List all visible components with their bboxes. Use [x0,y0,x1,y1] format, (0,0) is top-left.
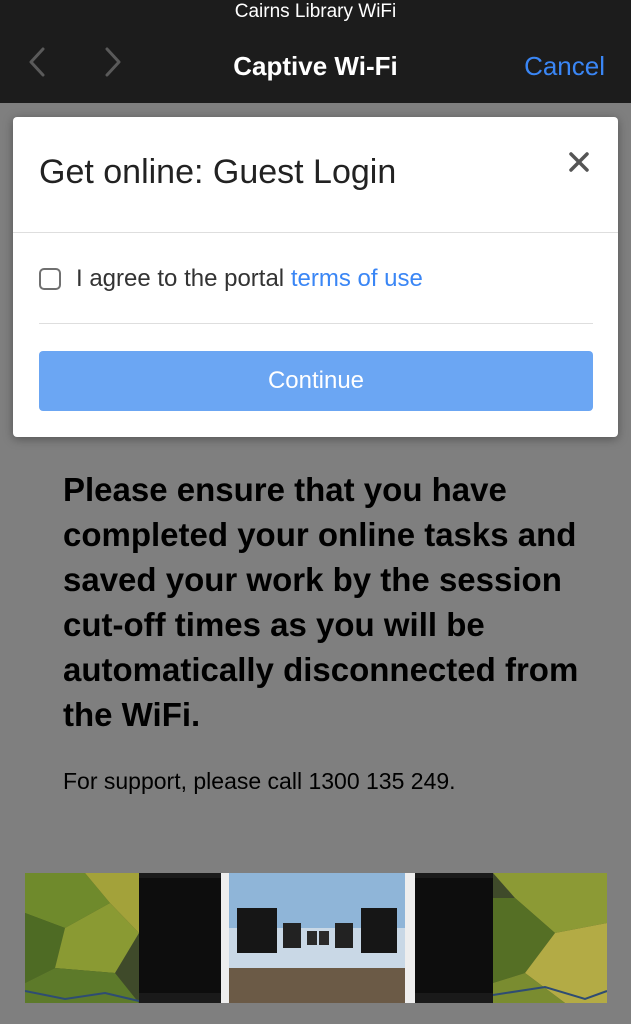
cancel-button[interactable]: Cancel [524,48,605,84]
dialog-header: Get online: Guest Login [13,117,618,233]
session-notice: Please ensure that you have completed yo… [63,471,579,733]
agree-label: I agree to the portal terms of use [76,265,423,293]
divider [39,323,593,324]
agree-checkbox[interactable] [39,268,61,290]
network-name: Cairns Library WiFi [234,1,397,22]
dialog-title: Get online: Guest Login [39,153,397,191]
support-text: For support, please call 1300 135 249. [63,768,456,794]
terms-agreement: I agree to the portal terms of use [39,261,423,297]
continue-button[interactable]: Continue [39,351,593,411]
navigation-bar: Captive Wi-Fi Cancel [0,24,631,103]
status-bar: Cairns Library WiFi [0,0,631,24]
close-icon[interactable] [568,151,590,173]
guest-login-dialog: Get online: Guest Login I agree to the p… [13,117,618,437]
banner-image [25,873,607,1003]
terms-of-use-link[interactable]: terms of use [291,265,423,292]
agree-label-text: I agree to the portal [76,265,285,292]
